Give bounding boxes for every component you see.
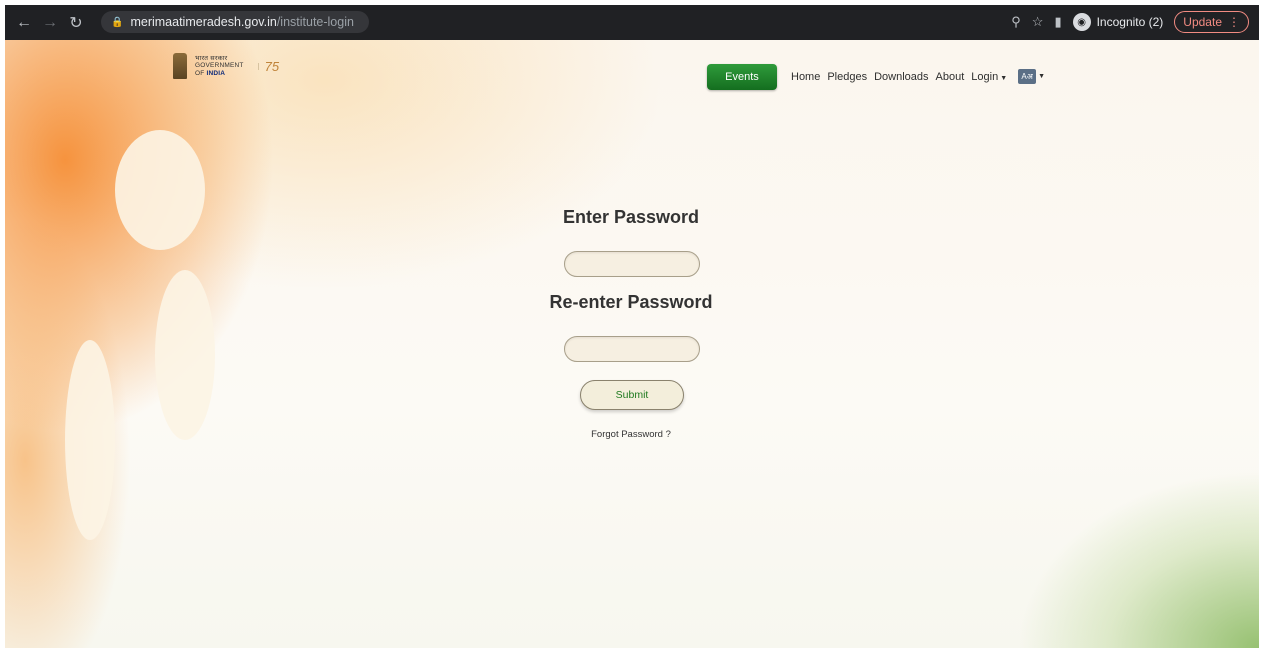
reenter-password-input[interactable] [564, 336, 700, 362]
back-icon[interactable]: ← [13, 12, 35, 34]
language-dropdown[interactable]: Aअ ▼ [1018, 69, 1045, 84]
password-input[interactable] [564, 251, 700, 277]
azadi-logo: 75 [257, 58, 280, 74]
chevron-down-icon: ▼ [1038, 73, 1046, 80]
nav-home[interactable]: Home [791, 71, 820, 83]
screen: ← → ↻ 🔒 merimaatimeradesh.gov.in/institu… [5, 5, 1259, 648]
forgot-password-link[interactable]: Forgot Password ? [5, 429, 1258, 440]
enter-password-label: Enter Password [562, 207, 700, 227]
emblem-icon [173, 53, 187, 79]
submit-button[interactable]: Submit [580, 380, 684, 410]
events-button[interactable]: Events [707, 64, 777, 90]
sidepanel-icon[interactable]: ▮ [1054, 14, 1061, 30]
address-bar[interactable]: 🔒 merimaatimeradesh.gov.in/institute-log… [101, 11, 369, 33]
incognito-label: Incognito (2) [1096, 15, 1164, 29]
nav-about[interactable]: About [936, 71, 965, 83]
zoom-icon[interactable]: ⚲ [1011, 14, 1021, 30]
browser-actions: ⚲ ☆ ▮ ◉ Incognito (2) Update ⋮ [1011, 10, 1249, 34]
reload-icon[interactable]: ↻ [65, 12, 87, 34]
logo-hindi: भारत सरकार [195, 54, 228, 62]
nav-pledges[interactable]: Pledges [827, 71, 867, 83]
chevron-down-icon: ▼ [1000, 74, 1008, 82]
background-splash [65, 340, 115, 540]
forward-icon[interactable]: → [39, 12, 61, 34]
gov-india-logo[interactable]: भारत सरकार GOVERNMENT OF INDIA 75 [173, 53, 279, 79]
lock-icon: 🔒 [111, 16, 124, 28]
top-navigation: Home Pledges Downloads About Login ▼ Aअ ▼ [791, 69, 1045, 84]
nav-login-dropdown[interactable]: Login ▼ [971, 71, 1007, 83]
incognito-indicator[interactable]: ◉ Incognito (2) [1072, 13, 1164, 31]
logo-india: INDIA [206, 69, 226, 77]
translate-icon: Aअ [1018, 69, 1037, 84]
nav-login-label: Login [971, 70, 999, 83]
incognito-icon: ◉ [1072, 13, 1091, 31]
update-button[interactable]: Update ⋮ [1174, 11, 1249, 33]
background-splash [115, 130, 205, 250]
url-path: /institute-login [276, 15, 354, 29]
logo-text: भारत सरकार GOVERNMENT OF INDIA [195, 55, 244, 78]
logo-government: GOVERNMENT [195, 62, 244, 70]
page-body: भारत सरकार GOVERNMENT OF INDIA 75 Events… [5, 40, 1259, 648]
azadi-mark-icon: 75 [264, 58, 280, 74]
logo-of: OF [195, 69, 205, 77]
menu-icon: ⋮ [1228, 15, 1240, 29]
star-icon[interactable]: ☆ [1032, 14, 1044, 30]
url-host: merimaatimeradesh.gov.in [130, 15, 277, 29]
browser-toolbar: ← → ↻ 🔒 merimaatimeradesh.gov.in/institu… [5, 5, 1259, 40]
update-label: Update [1183, 15, 1222, 29]
reenter-password-label: Re-enter Password [549, 292, 713, 312]
nav-downloads[interactable]: Downloads [874, 71, 928, 83]
